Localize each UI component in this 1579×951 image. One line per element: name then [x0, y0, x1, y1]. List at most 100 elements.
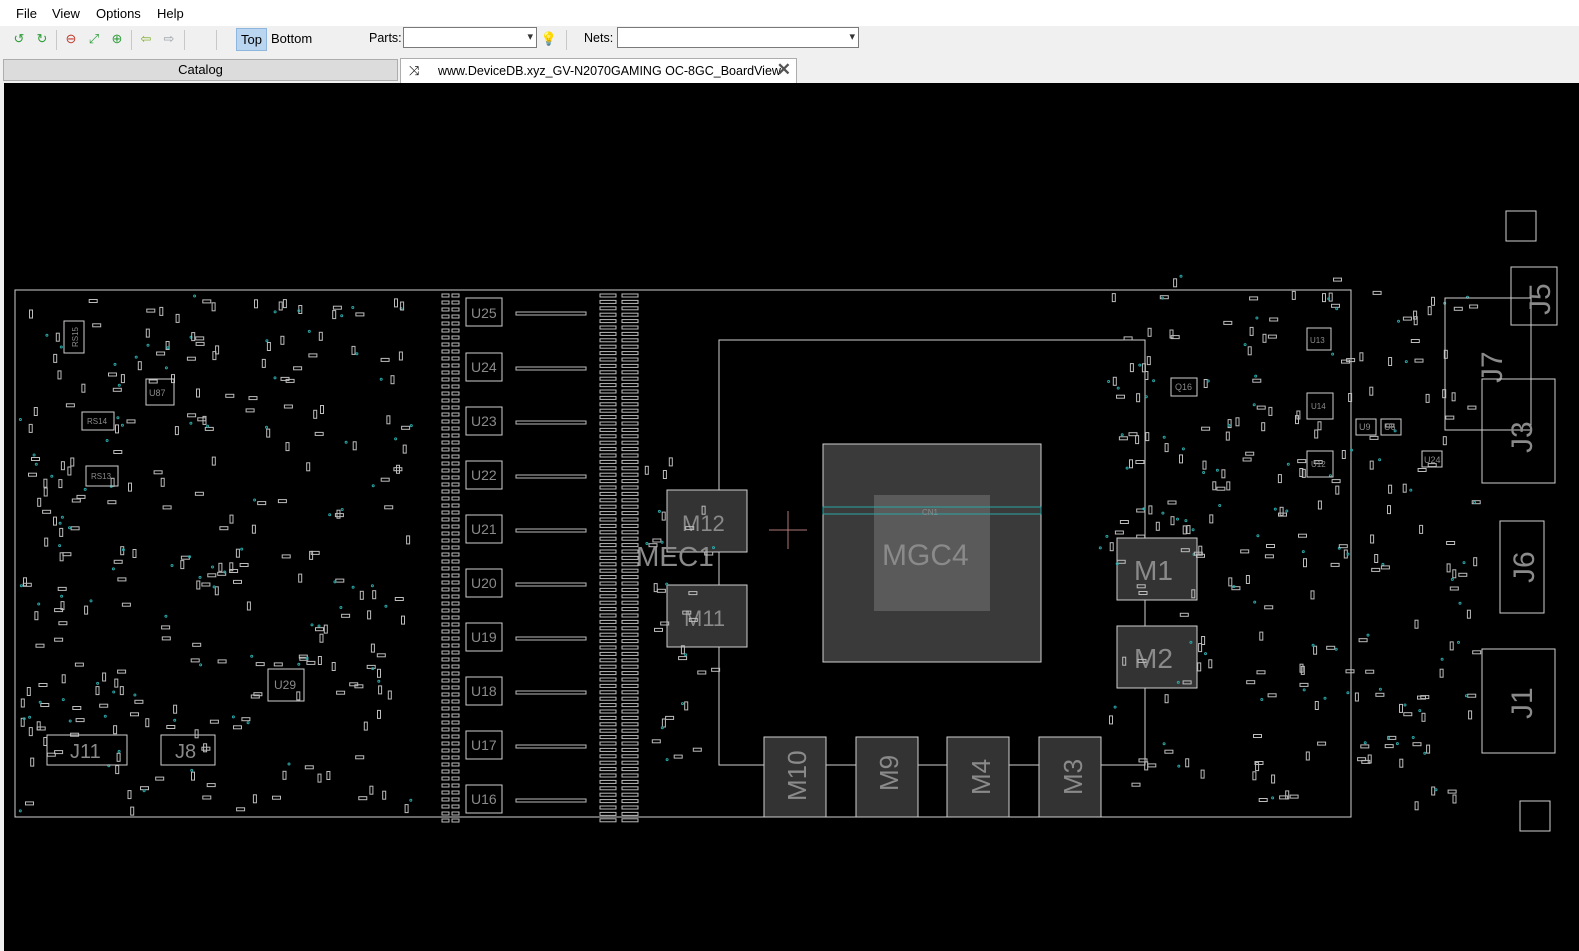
board-svg[interactable]: MGC4 CN1 M12 M11 MEC1 M1 M2 M10 M9 M4 M3…: [4, 83, 1579, 951]
label-rs14: RS14: [87, 417, 108, 426]
via: [28, 715, 32, 719]
capacitor: [599, 402, 617, 407]
capacitor: [599, 504, 617, 509]
parts-combobox[interactable]: ▾: [403, 27, 537, 48]
capacitor: [451, 664, 460, 669]
smd-component: [161, 636, 171, 641]
capacitor: [441, 489, 450, 494]
via: [45, 333, 49, 337]
via: [133, 693, 137, 697]
smd-component: [108, 372, 117, 377]
menu-help[interactable]: Help: [157, 6, 184, 21]
smd-component: [1369, 460, 1374, 470]
capacitor: [599, 351, 617, 356]
smd-component: [1252, 378, 1262, 383]
via: [1423, 751, 1427, 755]
via: [1161, 511, 1165, 515]
smd-component: [194, 729, 199, 739]
via: [105, 439, 109, 442]
smd-component: [1223, 320, 1233, 325]
close-icon[interactable]: ✕: [777, 60, 791, 80]
smd-component: [1449, 586, 1459, 591]
nets-combobox[interactable]: ▾: [617, 27, 859, 48]
smd-component: [1299, 468, 1304, 477]
label-u6: U6: [1384, 422, 1396, 432]
lightbulb-icon[interactable]: 💡: [541, 31, 557, 47]
smd-component: [315, 627, 324, 632]
smd-component: [43, 478, 48, 488]
layer-bottom-button[interactable]: Bottom: [267, 28, 316, 49]
back-arrow-icon[interactable]: ⇦: [138, 31, 154, 47]
label-j11: J11: [70, 741, 101, 763]
capacitor: [441, 734, 450, 739]
layer-top-button[interactable]: Top: [236, 28, 267, 51]
capacitor: [621, 658, 639, 663]
zoom-in-icon[interactable]: ⊕: [109, 31, 125, 47]
label-j5: J5: [1524, 283, 1557, 315]
capacitor: [451, 727, 460, 732]
tab-boardview[interactable]: ⤨ www.DeviceDB.xyz_GV-N2070GAMING OC-8GC…: [400, 58, 797, 83]
smd-component: [1202, 460, 1207, 470]
menu-file[interactable]: File: [16, 6, 37, 21]
via: [116, 416, 120, 420]
menu-view[interactable]: View: [52, 6, 80, 21]
smd-component: [278, 301, 283, 311]
smd-component: [1182, 525, 1187, 535]
via: [1302, 688, 1306, 692]
smd-component: [1256, 670, 1266, 675]
smd-component: [1467, 693, 1477, 698]
capacitor: [599, 319, 617, 324]
capacitor: [621, 575, 639, 580]
smd-component: [318, 331, 323, 341]
capacitor: [441, 587, 450, 592]
smd-component: [1252, 771, 1257, 781]
smd-component: [1426, 744, 1431, 754]
smd-component: [1246, 680, 1256, 685]
smd-component: [393, 467, 403, 472]
tab-catalog[interactable]: Catalog: [3, 59, 398, 81]
smd-component: [146, 308, 156, 313]
label-j6: J6: [1508, 551, 1541, 583]
via: [1253, 600, 1257, 604]
capacitor: [621, 779, 639, 784]
capacitor: [599, 427, 617, 432]
rotate-right-icon[interactable]: ↻: [34, 31, 50, 47]
via: [665, 758, 669, 762]
zoom-fit-icon[interactable]: ⤢: [86, 31, 102, 47]
smd-component: [692, 747, 702, 752]
via: [59, 345, 63, 349]
smd-component: [65, 403, 75, 408]
label-u23: U23: [471, 413, 497, 429]
smd-component: [95, 686, 100, 696]
via: [1191, 528, 1195, 532]
capacitor: [621, 773, 639, 778]
board-canvas[interactable]: MGC4 CN1 M12 M11 MEC1 M1 M2 M10 M9 M4 M3…: [4, 83, 1579, 951]
smd-component: [251, 524, 256, 534]
smd-component: [335, 578, 345, 583]
smd-component: [387, 690, 392, 700]
zoom-out-icon[interactable]: ⊖: [63, 31, 79, 47]
smd-component: [29, 309, 33, 319]
capacitor: [621, 536, 639, 541]
via: [265, 425, 268, 429]
smd-component: [1279, 506, 1284, 516]
via: [344, 440, 348, 444]
capacitor: [451, 559, 460, 564]
via: [1243, 343, 1247, 347]
smd-component: [281, 554, 291, 559]
rotate-left-icon[interactable]: ↺: [11, 31, 27, 47]
via: [265, 339, 269, 343]
capacitor: [621, 696, 639, 701]
smd-component: [1212, 481, 1217, 491]
smd-component: [1380, 565, 1390, 570]
forward-arrow-icon[interactable]: ⇨: [161, 31, 177, 47]
smd-component: [233, 725, 242, 730]
via: [198, 575, 202, 579]
via: [1409, 488, 1413, 492]
smd-component: [115, 424, 119, 434]
menu-options[interactable]: Options: [96, 6, 141, 21]
capacitor: [451, 818, 460, 823]
smd-component: [402, 444, 407, 454]
smd-component: [1317, 421, 1322, 431]
via: [117, 749, 121, 753]
